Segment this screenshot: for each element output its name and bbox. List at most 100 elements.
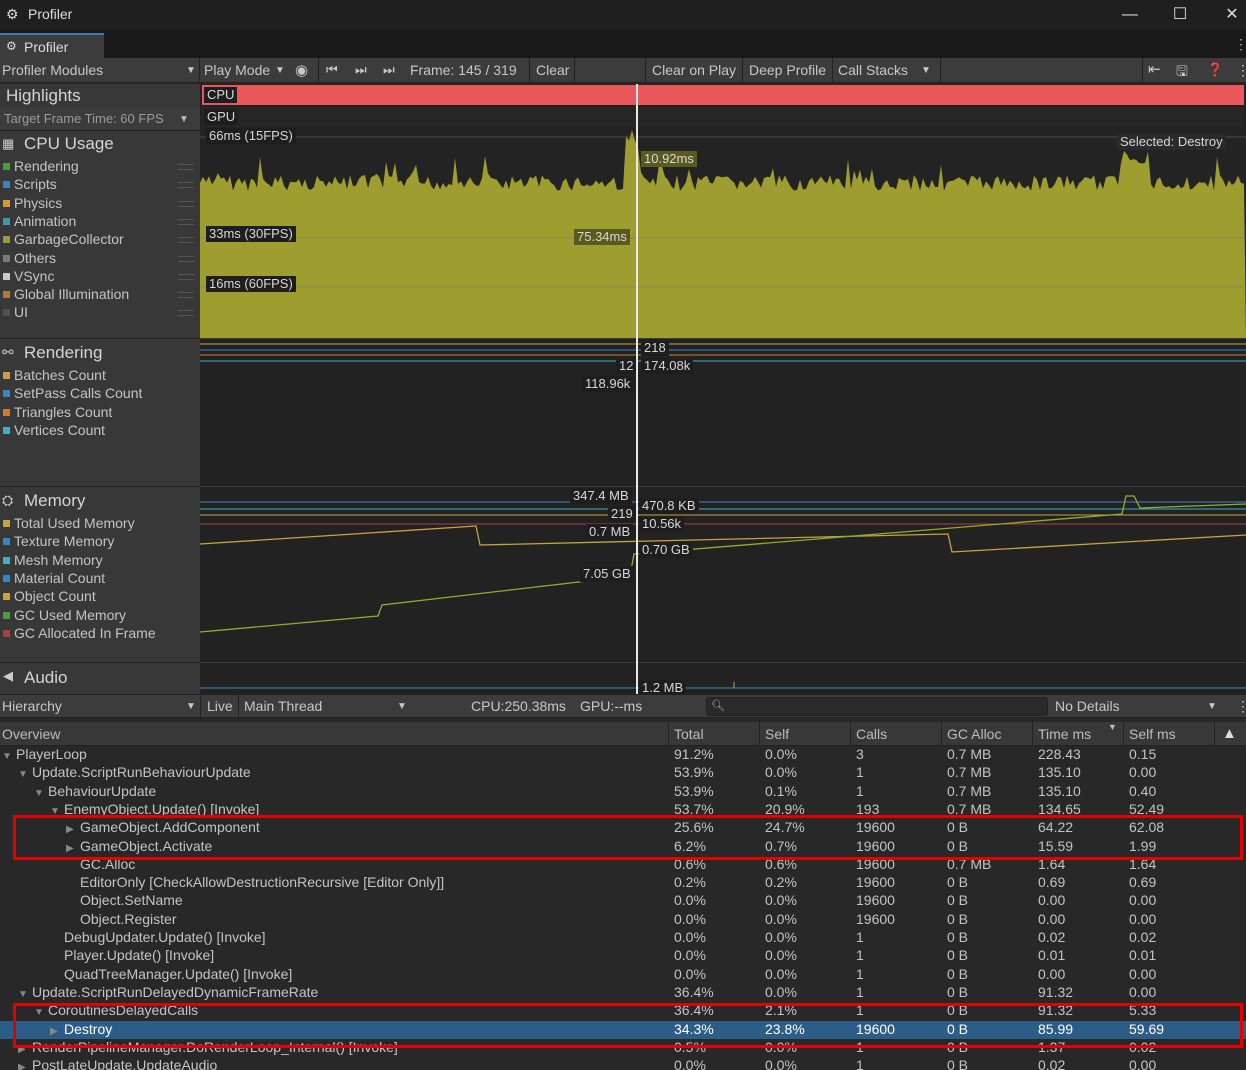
expand-down-icon[interactable]: ▼ bbox=[34, 788, 48, 799]
expand-down-icon[interactable]: ▼ bbox=[18, 989, 32, 1000]
table-row[interactable]: ▼ PlayerLoop 91.2% 0.0% 3 0.7 MB 228.43 0.15 bbox=[0, 746, 1246, 764]
table-row[interactable]: EditorOnly [CheckAllowDestructionRecursi… bbox=[0, 874, 1246, 892]
table-row[interactable]: Object.SetName 0.0% 0.0% 19600 0 B 0.00 0.00 bbox=[0, 892, 1246, 910]
table-row[interactable]: ▼ BehaviourUpdate 53.9% 0.1% 1 0.7 MB 135.10 0.… bbox=[0, 783, 1246, 801]
memory-legend-item[interactable]: Texture Memory bbox=[0, 533, 114, 551]
col-gc-alloc[interactable]: GC Alloc bbox=[947, 726, 1001, 742]
expand-right-icon[interactable]: ▶ bbox=[66, 824, 80, 835]
warning-icon[interactable]: ▲ bbox=[1222, 725, 1237, 742]
table-row[interactable]: ▼ Update.ScriptRunDelayedDynamicFrameRate… bbox=[0, 984, 1246, 1002]
memory-legend-item[interactable]: Material Count bbox=[0, 570, 105, 588]
table-row[interactable]: Object.Register 0.0% 0.0% 19600 0 B 0.00 0.00 bbox=[0, 911, 1246, 929]
rendering-legend-item[interactable]: Triangles Count bbox=[0, 404, 112, 422]
memory-legend-item[interactable]: GC Allocated In Frame bbox=[0, 625, 156, 643]
view-mode-dropdown[interactable]: Hierarchy bbox=[2, 698, 62, 714]
expand-right-icon[interactable]: ▶ bbox=[18, 1044, 32, 1055]
memory-legend-item[interactable]: Total Used Memory bbox=[0, 515, 135, 533]
rendering-legend-item[interactable]: Vertices Count bbox=[0, 422, 105, 440]
rendering-legend-item[interactable]: Batches Count bbox=[0, 367, 106, 385]
more-menu-icon[interactable]: ⋮ bbox=[1236, 698, 1246, 715]
clear-on-play-toggle[interactable]: Clear on Play bbox=[652, 62, 736, 78]
more-menu-icon[interactable]: ⋮ bbox=[1236, 62, 1246, 79]
memory-chart[interactable] bbox=[200, 488, 1246, 662]
details-dropdown[interactable]: No Details bbox=[1055, 698, 1120, 714]
target-frame-dropdown[interactable]: Target Frame Time: 60 FPS ▼ bbox=[0, 108, 200, 130]
clear-button[interactable]: Clear bbox=[536, 62, 569, 78]
frame-cursor[interactable] bbox=[636, 84, 638, 694]
deep-profile-toggle[interactable]: Deep Profile bbox=[749, 62, 826, 78]
col-overview[interactable]: Overview bbox=[2, 726, 60, 742]
thread-dropdown[interactable]: Main Thread bbox=[244, 698, 322, 714]
table-row[interactable]: ▼ CoroutinesDelayedCalls 36.4% 2.1% 1 0 B 91.3… bbox=[0, 1002, 1246, 1020]
more-menu-icon[interactable]: ⋮ bbox=[1234, 36, 1246, 53]
table-row[interactable]: GC.Alloc 0.6% 0.6% 19600 0.7 MB 1.64 1.64 bbox=[0, 856, 1246, 874]
drag-handle-icon[interactable] bbox=[178, 182, 194, 189]
memory-legend-item[interactable]: GC Used Memory bbox=[0, 607, 126, 625]
cpu-legend-item[interactable]: UI bbox=[0, 304, 28, 322]
expand-down-icon[interactable]: ▼ bbox=[18, 769, 32, 780]
minimize-button[interactable]: — bbox=[1110, 2, 1150, 28]
drag-handle-icon[interactable] bbox=[178, 200, 194, 207]
cpu-legend-item[interactable]: GarbageCollector bbox=[0, 231, 124, 249]
profiler-modules-dropdown[interactable]: Profiler Modules bbox=[2, 62, 103, 78]
rendering-chart[interactable] bbox=[200, 340, 1246, 486]
maximize-button[interactable]: ☐ bbox=[1160, 2, 1200, 28]
save-icon[interactable]: 🖫 bbox=[1176, 61, 1188, 85]
drag-handle-icon[interactable] bbox=[178, 292, 194, 299]
cpu-legend-item[interactable]: Scripts bbox=[0, 176, 57, 194]
close-button[interactable]: ✕ bbox=[1212, 2, 1246, 28]
col-calls[interactable]: Calls bbox=[856, 726, 887, 742]
cpu-legend-item[interactable]: VSync bbox=[0, 268, 54, 286]
drag-handle-icon[interactable] bbox=[178, 218, 194, 225]
tab-profiler[interactable]: ⚙ Profiler bbox=[0, 33, 104, 58]
table-row[interactable]: DebugUpdater.Update() [Invoke] 0.0% 0.0% 1 0… bbox=[0, 929, 1246, 947]
current-frame-icon[interactable]: ⏭ bbox=[383, 62, 395, 78]
rendering-legend-item[interactable]: SetPass Calls Count bbox=[0, 385, 142, 403]
expand-right-icon[interactable]: ▶ bbox=[50, 1026, 64, 1037]
col-total[interactable]: Total bbox=[674, 726, 704, 742]
cpu-legend-item[interactable]: Global Illumination bbox=[0, 286, 129, 304]
memory-legend-item[interactable]: Object Count bbox=[0, 588, 96, 606]
next-frame-icon[interactable]: ⏭ bbox=[355, 62, 367, 78]
table-row[interactable]: ▼ EnemyObject.Update() [Invoke] 53.7% 20.9%… bbox=[0, 801, 1246, 819]
cpu-legend-item[interactable]: Others bbox=[0, 250, 56, 268]
table-row[interactable]: ▶ RenderPipelineManager.DoRenderLoop_Inte… bbox=[0, 1039, 1246, 1057]
cpu-legend-item[interactable]: Physics bbox=[0, 195, 62, 213]
cpu-legend-item[interactable]: Rendering bbox=[0, 158, 79, 176]
table-row[interactable]: ▶ GameObject.Activate 6.2% 0.7% 19600 0 B 15.5… bbox=[0, 838, 1246, 856]
expand-down-icon[interactable]: ▼ bbox=[34, 1007, 48, 1018]
drag-handle-icon[interactable] bbox=[178, 273, 194, 280]
help-icon[interactable]: ❓ bbox=[1207, 62, 1223, 78]
audio-chart[interactable] bbox=[200, 664, 1246, 694]
table-row[interactable]: ▶ PostLateUpdate.UpdateAudio 0.0% 0.0% 1 0 B 0… bbox=[0, 1057, 1246, 1070]
chevron-down-icon[interactable]: ▼ bbox=[921, 65, 931, 76]
drag-handle-icon[interactable] bbox=[178, 164, 194, 170]
table-row[interactable]: ▶ Destroy 34.3% 23.8% 19600 0 B 85.99 59.69 bbox=[0, 1020, 1246, 1039]
drag-handle-icon[interactable] bbox=[178, 255, 194, 262]
gpu-highlight-bar[interactable] bbox=[202, 107, 1244, 127]
col-self-ms[interactable]: Self ms bbox=[1129, 726, 1176, 742]
search-input[interactable]: 🔍︎ bbox=[706, 697, 1048, 716]
expand-down-icon[interactable]: ▼ bbox=[2, 751, 16, 762]
table-row[interactable]: ▶ GameObject.AddComponent 25.6% 24.7% 19600 0… bbox=[0, 819, 1246, 837]
cpu-highlight-bar[interactable] bbox=[202, 85, 1244, 105]
call-stacks-toggle[interactable]: Call Stacks bbox=[838, 62, 908, 78]
cpu-legend-item[interactable]: Animation bbox=[0, 213, 76, 231]
expand-down-icon[interactable]: ▼ bbox=[50, 806, 64, 817]
table-row[interactable]: Player.Update() [Invoke] 0.0% 0.0% 1 0 B 0.01… bbox=[0, 947, 1246, 965]
record-icon[interactable]: ◉ bbox=[295, 61, 308, 79]
memory-legend-item[interactable]: Mesh Memory bbox=[0, 552, 103, 570]
table-row[interactable]: QuadTreeManager.Update() [Invoke] 0.0% 0.0… bbox=[0, 966, 1246, 984]
profiler-charts[interactable]: CPU GPU 66ms (15FPS) 33ms (30FPS) 16ms (… bbox=[200, 84, 1246, 696]
expand-right-icon[interactable]: ▶ bbox=[66, 843, 80, 854]
live-toggle[interactable]: Live bbox=[207, 698, 233, 714]
drag-handle-icon[interactable] bbox=[178, 237, 194, 244]
col-self[interactable]: Self bbox=[765, 726, 789, 742]
load-icon[interactable]: ⇤ bbox=[1148, 60, 1161, 78]
expand-right-icon[interactable]: ▶ bbox=[18, 1062, 32, 1070]
previous-frame-icon[interactable]: ⏮ bbox=[326, 62, 338, 78]
drag-handle-icon[interactable] bbox=[178, 310, 194, 317]
col-time-ms[interactable]: Time ms bbox=[1038, 726, 1091, 742]
play-mode-dropdown[interactable]: Play Mode bbox=[204, 62, 270, 78]
cpu-usage-chart[interactable] bbox=[200, 130, 1246, 338]
